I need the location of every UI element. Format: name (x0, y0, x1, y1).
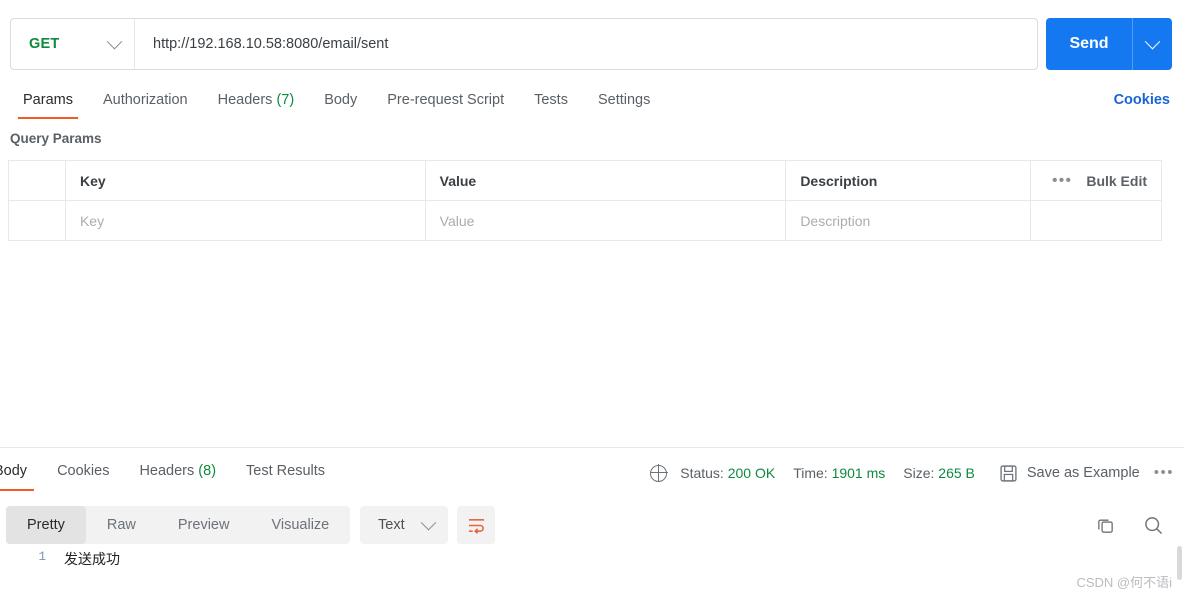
pane-divider[interactable] (0, 447, 1184, 448)
column-header-description: Description (786, 161, 1032, 200)
copy-button[interactable] (1096, 516, 1115, 535)
scrollbar-thumb[interactable] (1177, 546, 1182, 580)
watermark: CSDN @何不语i (1076, 575, 1172, 590)
param-key-input[interactable]: Key (66, 201, 426, 240)
cookies-link[interactable]: Cookies (1114, 84, 1170, 119)
row-checkbox-cell[interactable] (9, 201, 66, 240)
tab-headers[interactable]: Headers (7) (203, 84, 310, 119)
save-as-example-button[interactable]: Save as Example (999, 464, 1140, 483)
send-button[interactable]: Send (1046, 18, 1172, 70)
request-tabs: Params Authorization Headers (7) Body Pr… (0, 84, 1184, 119)
response-tab-headers[interactable]: Headers (8) (124, 455, 231, 491)
response-more-options-icon[interactable]: ••• (1154, 465, 1174, 480)
search-button[interactable] (1143, 515, 1164, 536)
param-value-input[interactable]: Value (426, 201, 787, 240)
row-actions (1031, 201, 1161, 240)
status-code-value: 200 OK (727, 465, 776, 481)
table-header-row: Key Value Description ••• Bulk Edit (9, 161, 1161, 201)
tab-tests[interactable]: Tests (519, 84, 583, 119)
line-number: 1 (38, 550, 46, 564)
globe-icon (649, 464, 668, 482)
response-format-label: Text (378, 517, 405, 533)
response-tab-test-results[interactable]: Test Results (231, 455, 340, 491)
tab-body[interactable]: Body (309, 84, 372, 119)
response-headers-count-badge: (8) (198, 463, 217, 479)
bulk-edit-button[interactable]: Bulk Edit (1086, 173, 1147, 189)
view-mode-raw[interactable]: Raw (86, 506, 157, 544)
wrap-lines-button[interactable] (457, 506, 495, 544)
response-status-bar: Status: 200 OK Time: 1901 ms Size: 265 B… (649, 455, 1174, 491)
save-as-example-label: Save as Example (1026, 465, 1140, 481)
column-header-value: Value (426, 161, 787, 200)
response-view-mode-group: Pretty Raw Preview Visualize (6, 506, 351, 544)
chevron-down-icon (1144, 33, 1161, 49)
search-icon (1145, 516, 1163, 534)
response-scrollbar[interactable] (1177, 546, 1182, 596)
save-icon (1000, 464, 1017, 482)
query-params-title: Query Params (10, 131, 102, 146)
response-tab-body[interactable]: Body (0, 455, 42, 491)
url-input-group: GET (10, 18, 1038, 70)
response-size-value: 265 B (938, 465, 975, 481)
copy-icon (1098, 519, 1113, 533)
view-mode-preview[interactable]: Preview (157, 506, 251, 544)
table-actions: ••• Bulk Edit (1031, 161, 1161, 200)
tab-pre-request-script[interactable]: Pre-request Script (372, 84, 519, 119)
wrap-text-icon (468, 518, 484, 534)
view-mode-pretty[interactable]: Pretty (6, 506, 86, 544)
postman-app-window: GET Send Params Authorization Headers (7… (0, 0, 1184, 596)
response-body-actions (1096, 506, 1164, 544)
query-params-table: Key Value Description ••• Bulk Edit Key … (8, 160, 1162, 241)
param-description-input[interactable]: Description (786, 201, 1032, 240)
response-time-label: Time: 1901 ms (793, 465, 886, 481)
headers-count-badge: (7) (276, 92, 295, 108)
chevron-down-icon (420, 514, 436, 530)
tab-authorization[interactable]: Authorization (88, 84, 203, 119)
send-options-button[interactable] (1132, 18, 1172, 70)
response-tab-cookies[interactable]: Cookies (42, 455, 124, 491)
tab-settings[interactable]: Settings (583, 84, 665, 119)
checkbox-column-header (9, 161, 66, 200)
url-input[interactable] (135, 19, 1037, 69)
chevron-down-icon (106, 33, 123, 49)
http-method-selector[interactable]: GET (11, 19, 135, 69)
response-time-value: 1901 ms (831, 465, 886, 481)
table-options-icon[interactable]: ••• (1052, 173, 1072, 188)
response-format-selector[interactable]: Text (360, 506, 448, 544)
table-row[interactable]: Key Value Description (9, 201, 1161, 241)
tab-params[interactable]: Params (8, 84, 88, 119)
response-body-viewer[interactable]: 1 发送成功 (0, 546, 1184, 596)
column-header-key: Key (66, 161, 426, 200)
send-button-label: Send (1069, 35, 1109, 52)
response-view-toolbar: Pretty Raw Preview Visualize Text (0, 503, 1184, 545)
response-body-content: 发送成功 (64, 551, 120, 567)
response-size-label: Size: 265 B (903, 465, 975, 481)
http-method-label: GET (29, 36, 60, 52)
status-code-label: Status: 200 OK (680, 465, 776, 481)
view-mode-visualize[interactable]: Visualize (250, 506, 350, 544)
request-url-bar: GET Send (0, 0, 1184, 84)
